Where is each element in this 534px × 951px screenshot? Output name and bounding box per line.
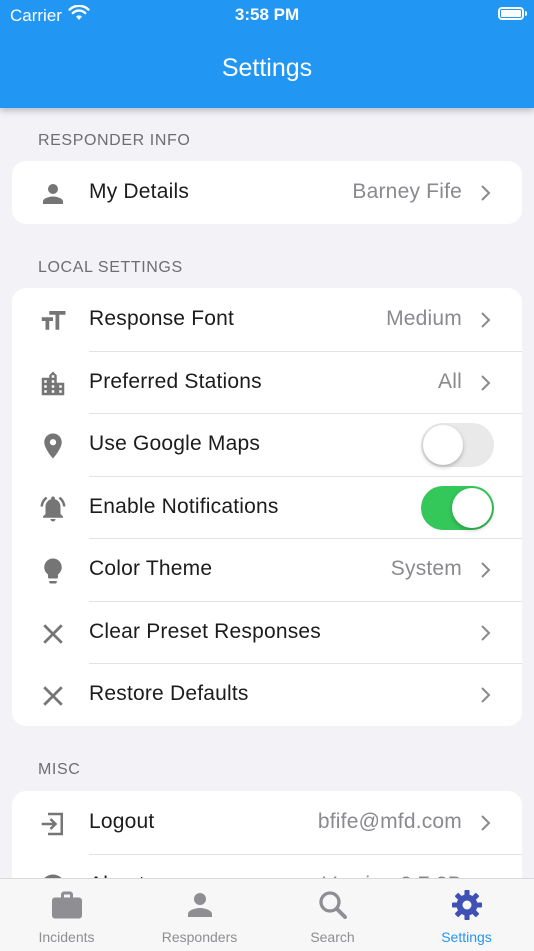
tab-responders[interactable]: Responders	[133, 879, 266, 951]
search-icon	[315, 887, 351, 923]
color-theme-value: System	[390, 557, 462, 580]
preferred-stations-value: All	[438, 369, 462, 393]
lightbulb-icon	[38, 556, 68, 586]
close-icon	[38, 619, 68, 649]
app-header: Carrier 3:58 PM Settings	[0, 0, 534, 108]
text-size-icon	[38, 306, 68, 336]
misc-group: Logout bfife@mfd.com About Version 3.7.3…	[12, 791, 522, 878]
map-pin-icon	[38, 431, 68, 461]
chevron-right-icon	[480, 373, 492, 393]
bell-ringing-icon	[38, 494, 68, 524]
chevron-right-icon	[480, 183, 492, 203]
response-font-value: Medium	[386, 307, 462, 330]
tab-bar: Incidents Responders Search Settings	[0, 878, 534, 951]
settings-list[interactable]: RESPONDER INFO My Details Barney Fife LO…	[0, 108, 534, 878]
section-header-local-settings: LOCAL SETTINGS	[38, 259, 183, 276]
chevron-right-icon	[480, 310, 492, 330]
color-theme-label: Color Theme	[89, 557, 213, 580]
person-icon	[38, 179, 68, 209]
chevron-right-icon	[480, 685, 492, 705]
status-time: 3:58 PM	[234, 5, 300, 24]
briefcase-icon	[49, 887, 85, 923]
chevron-right-icon	[480, 560, 492, 580]
toggle-knob	[423, 425, 463, 465]
use-google-maps-label: Use Google Maps	[89, 432, 261, 455]
about-value: Version 3.7.3B	[323, 854, 462, 879]
close-icon	[38, 681, 68, 711]
my-details-row[interactable]: My Details Barney Fife	[12, 161, 522, 224]
tab-settings[interactable]: Settings	[400, 879, 533, 951]
about-label: About	[89, 854, 145, 879]
tab-incidents-label: Incidents	[38, 929, 95, 945]
chevron-right-icon	[480, 813, 492, 833]
my-details-label: My Details	[89, 180, 190, 203]
logout-label: Logout	[89, 810, 155, 833]
my-details-value: Barney Fife	[352, 180, 462, 203]
tab-settings-label: Settings	[441, 929, 492, 945]
tab-incidents[interactable]: Incidents	[0, 879, 133, 951]
about-row[interactable]: About Version 3.7.3B	[12, 853, 522, 879]
tab-search[interactable]: Search	[266, 879, 399, 951]
section-header-misc: MISC	[38, 761, 81, 778]
chevron-right-icon	[480, 623, 492, 643]
section-header-responder-info: RESPONDER INFO	[38, 132, 191, 149]
building-icon	[38, 369, 68, 399]
use-google-maps-row: Use Google Maps	[12, 413, 522, 476]
enable-notifications-label: Enable Notifications	[89, 494, 279, 518]
toggle-knob	[452, 487, 492, 528]
person-icon	[182, 887, 218, 923]
response-font-row[interactable]: Response Font Medium	[12, 288, 522, 351]
enable-notifications-row: Enable Notifications	[12, 475, 522, 539]
clear-preset-responses-row[interactable]: Clear Preset Responses	[12, 600, 522, 664]
page-title: Settings	[221, 54, 313, 82]
restore-defaults-row[interactable]: Restore Defaults	[12, 663, 522, 726]
preferred-stations-row[interactable]: Preferred Stations All	[12, 350, 522, 414]
responder-info-group: My Details Barney Fife	[12, 161, 522, 224]
google-maps-toggle[interactable]	[421, 423, 494, 467]
clear-preset-responses-label: Clear Preset Responses	[89, 619, 322, 643]
notifications-toggle[interactable]	[421, 485, 494, 530]
gear-icon	[449, 887, 485, 923]
logout-value: bfife@mfd.com	[317, 810, 462, 833]
status-bar: Carrier 3:58 PM	[0, 0, 534, 30]
tab-search-label: Search	[310, 929, 355, 945]
battery-icon	[498, 7, 527, 20]
restore-defaults-label: Restore Defaults	[89, 682, 249, 705]
preferred-stations-label: Preferred Stations	[89, 369, 262, 393]
logout-icon	[38, 809, 68, 839]
tab-responders-label: Responders	[161, 929, 238, 945]
color-theme-row[interactable]: Color Theme System	[12, 538, 522, 601]
logout-row[interactable]: Logout bfife@mfd.com	[12, 791, 522, 854]
response-font-label: Response Font	[89, 307, 235, 330]
local-settings-group: Response Font Medium Preferred Stations …	[12, 288, 522, 726]
